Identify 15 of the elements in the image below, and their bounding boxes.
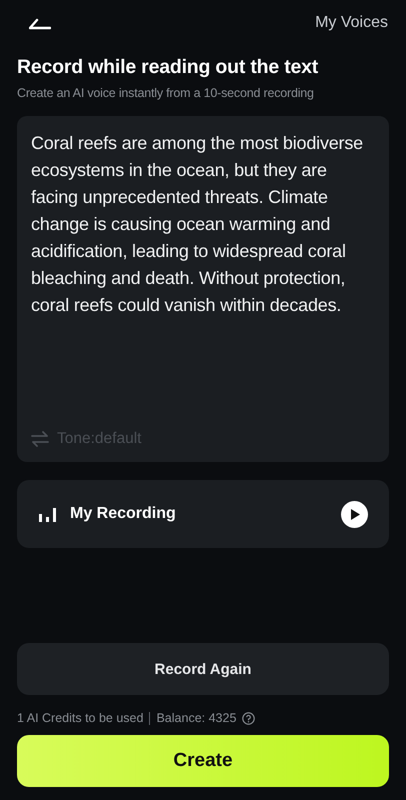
credits-balance: Balance: 4325 bbox=[156, 711, 236, 725]
recording-label: My Recording bbox=[70, 505, 177, 523]
back-arrow-icon bbox=[29, 16, 51, 30]
audio-bars-icon bbox=[38, 506, 56, 522]
record-again-button[interactable]: Record Again bbox=[17, 643, 389, 695]
my-voices-link[interactable]: My Voices bbox=[315, 14, 388, 32]
credits-usage: 1 AI Credits to be used bbox=[17, 711, 144, 725]
play-button[interactable] bbox=[341, 500, 368, 528]
script-text: Coral reefs are among the most biodiverse ecosystems in the ocean, but they are facing unprecedented threats. Climate change is causing ocean warming and acidification, leading to widespread coral bleaching and death. Without protection, coral reefs could vanish within decades. bbox=[31, 132, 364, 317]
help-icon[interactable] bbox=[242, 712, 256, 724]
page-title: Record while reading out the text bbox=[17, 56, 320, 79]
swap-icon bbox=[31, 431, 49, 447]
create-button[interactable]: Create bbox=[17, 735, 389, 787]
page-subtitle: Create an AI voice instantly from a 10-second recording bbox=[17, 86, 315, 100]
play-icon bbox=[350, 508, 360, 520]
